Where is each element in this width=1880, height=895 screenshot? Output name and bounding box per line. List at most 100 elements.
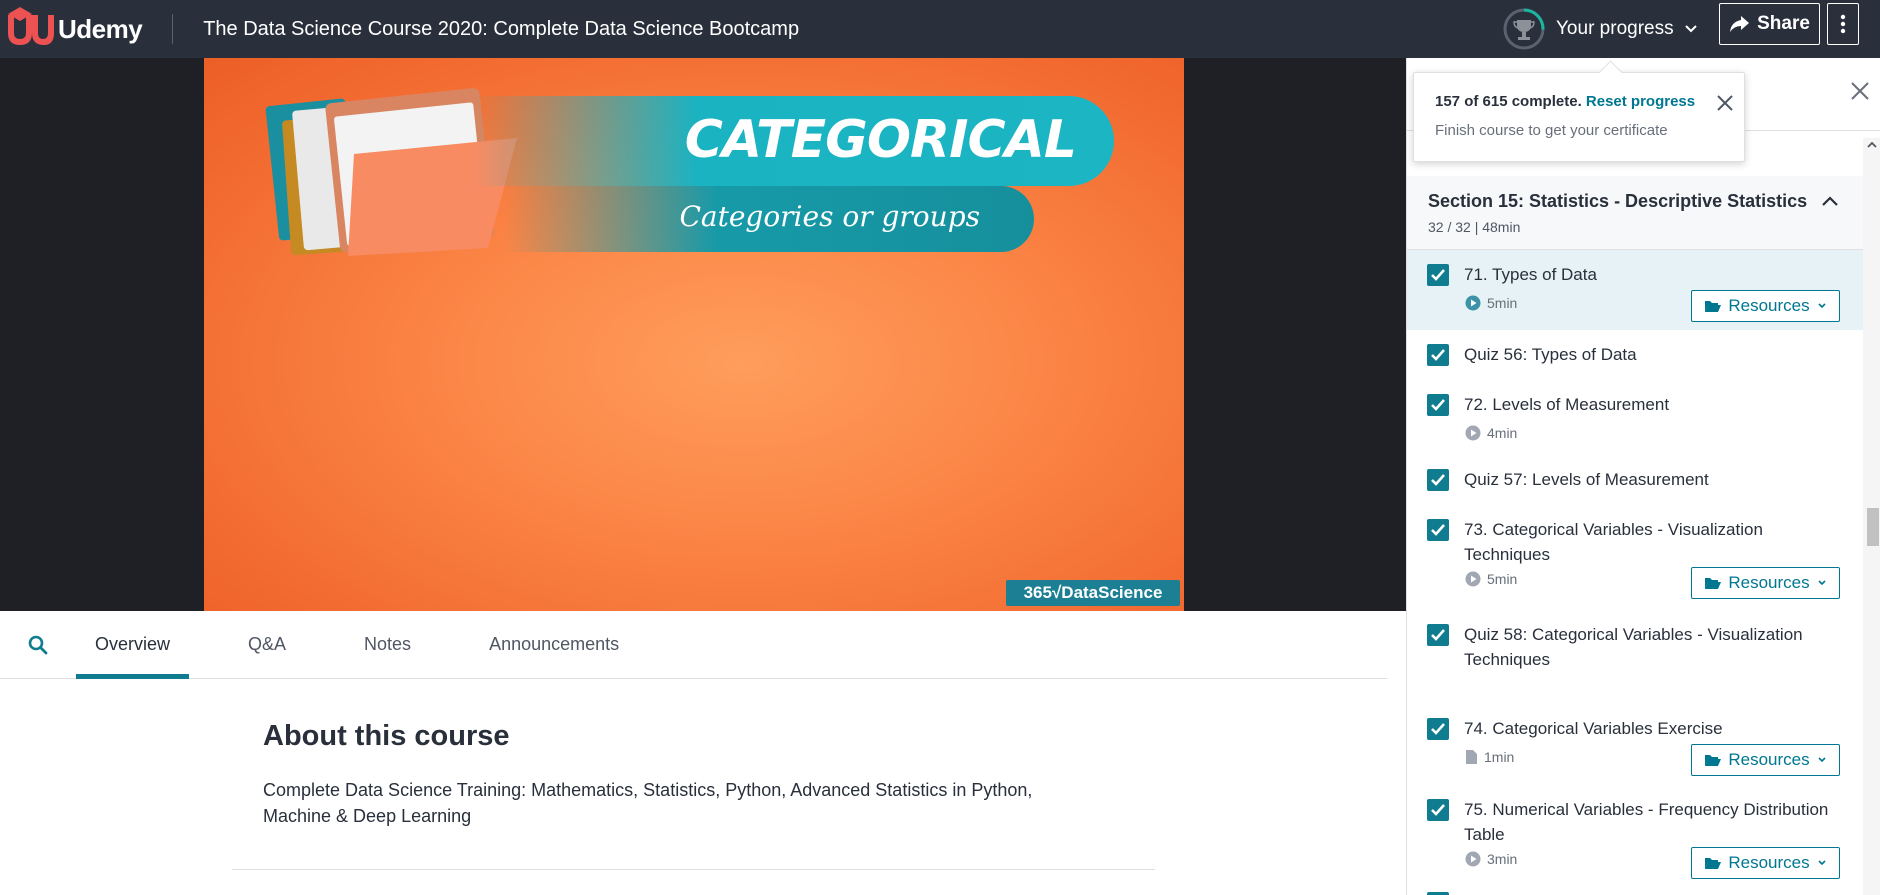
categorical-banner: CATEGORICAL <box>474 96 1114 186</box>
chevron-down-icon <box>1818 580 1826 586</box>
share-button[interactable]: Share <box>1719 3 1820 45</box>
checkmark-icon <box>1431 629 1445 641</box>
completed-checkbox[interactable] <box>1427 624 1449 646</box>
folder-open-icon <box>1705 578 1722 589</box>
completed-checkbox[interactable] <box>1427 264 1449 286</box>
play-circle-icon <box>1465 851 1481 867</box>
completed-checkbox[interactable] <box>1427 519 1449 541</box>
chevron-down-icon <box>1818 860 1826 866</box>
datascience-watermark: 365√DataScience <box>1006 580 1180 606</box>
lecture-item[interactable]: 75. Numerical Variables - Frequency Dist… <box>1407 785 1863 879</box>
play-circle-icon <box>1465 571 1481 587</box>
duration-text: 4min <box>1487 425 1518 441</box>
resources-label: Resources <box>1728 296 1810 315</box>
tab-qa[interactable]: Q&A <box>229 611 305 679</box>
udemy-logo-icon <box>8 7 54 45</box>
header-divider <box>172 14 174 44</box>
close-popup-icon[interactable] <box>1716 94 1734 112</box>
your-progress-button[interactable]: Your progress <box>1502 2 1698 56</box>
content-divider <box>232 869 1155 870</box>
lecture-item[interactable]: 72. Levels of Measurement 4min <box>1407 380 1863 455</box>
top-header: Udemy The Data Science Course 2020: Comp… <box>0 0 1880 58</box>
lecture-duration: 1min <box>1465 749 1514 765</box>
course-title[interactable]: The Data Science Course 2020: Complete D… <box>203 18 799 41</box>
lecture-duration: 5min <box>1465 571 1517 587</box>
resources-button[interactable]: Resources <box>1691 744 1840 776</box>
checkmark-icon <box>1431 399 1445 411</box>
chevron-down-icon <box>1818 303 1826 309</box>
section-header[interactable]: Section 15: Statistics - Descriptive Sta… <box>1407 176 1863 250</box>
tab-notes[interactable]: Notes <box>345 611 430 679</box>
progress-popup: 157 of 615 complete. Reset progress Fini… <box>1413 72 1745 162</box>
folder-open-icon <box>1705 755 1722 766</box>
your-progress-label: Your progress <box>1556 18 1674 39</box>
certificate-text: Finish course to get your certificate <box>1435 122 1668 139</box>
more-options-button[interactable] <box>1827 3 1859 45</box>
lecture-item[interactable]: 74. Categorical Variables Exercise 1min Re… <box>1407 704 1863 785</box>
lecture-duration: 5min <box>1465 295 1517 311</box>
lecture-duration: 3min <box>1465 851 1517 867</box>
course-content-sidebar: Section 15: Statistics - Descriptive Sta… <box>1406 58 1880 895</box>
resources-button[interactable]: Resources <box>1691 847 1840 879</box>
udemy-logo-text: Udemy <box>58 13 143 44</box>
lecture-item[interactable]: Quiz 57: Levels of Measurement <box>1407 455 1863 505</box>
folder-open-icon <box>1705 301 1722 312</box>
file-icon <box>1466 750 1477 764</box>
resources-button[interactable]: Resources <box>1691 567 1840 599</box>
duration-text: 5min <box>1487 295 1518 311</box>
checkmark-icon <box>1431 269 1445 281</box>
tab-overview[interactable]: Overview <box>76 611 190 679</box>
lecture-title: Quiz 59: Numerical Variables - Frequency <box>1464 890 1844 895</box>
lecture-duration: 4min <box>1465 425 1517 441</box>
video-player-area[interactable]: CATEGORICAL Categories or groups 365√Dat… <box>0 58 1406 611</box>
completed-checkbox[interactable] <box>1427 344 1449 366</box>
progress-count: 157 of 615 complete. <box>1435 93 1582 110</box>
resources-label: Resources <box>1728 573 1810 592</box>
duration-text: 3min <box>1487 851 1518 867</box>
banner-title: CATEGORICAL <box>684 110 1077 170</box>
lecture-title: 72. Levels of Measurement <box>1464 395 1670 414</box>
resources-label: Resources <box>1728 853 1810 872</box>
progress-complete-text: 157 of 615 complete. Reset progress <box>1435 93 1695 110</box>
share-label: Share <box>1757 13 1810 34</box>
duration-text: 5min <box>1487 571 1518 587</box>
course-tabs: Overview Q&A Notes Announcements <box>0 611 1387 679</box>
banner-subtitle: Categories or groups <box>679 200 980 233</box>
lecture-item[interactable]: Quiz 59: Numerical Variables - Frequency <box>1407 878 1863 895</box>
resources-button[interactable]: Resources <box>1691 290 1840 322</box>
reset-progress-link[interactable]: Reset progress <box>1586 93 1695 110</box>
video-frame[interactable]: CATEGORICAL Categories or groups 365√Dat… <box>204 58 1184 611</box>
completed-checkbox[interactable] <box>1427 394 1449 416</box>
trophy-progress-icon <box>1503 8 1545 50</box>
lecture-item[interactable]: 73. Categorical Variables - Visualizatio… <box>1407 505 1863 610</box>
lecture-item[interactable]: 71. Types of Data 5min Resources <box>1407 250 1863 330</box>
checkmark-icon <box>1431 524 1445 536</box>
close-sidebar-icon[interactable] <box>1849 80 1871 102</box>
scrollbar-thumb[interactable] <box>1867 508 1879 546</box>
search-tab[interactable] <box>0 611 76 679</box>
resources-label: Resources <box>1728 750 1810 769</box>
about-title: About this course <box>263 720 510 752</box>
lecture-title: Quiz 58: Categorical Variables - Visuali… <box>1464 625 1803 669</box>
lecture-title: Quiz 57: Levels of Measurement <box>1464 470 1709 489</box>
share-arrow-icon <box>1730 16 1750 32</box>
udemy-logo[interactable]: Udemy <box>2 0 143 58</box>
completed-checkbox[interactable] <box>1427 469 1449 491</box>
lecture-title: 74. Categorical Variables Exercise <box>1464 719 1723 738</box>
completed-checkbox[interactable] <box>1427 799 1449 821</box>
scroll-up-arrow-icon[interactable] <box>1866 140 1878 150</box>
completed-checkbox[interactable] <box>1427 718 1449 740</box>
search-icon <box>28 635 48 654</box>
about-description: Complete Data Science Training: Mathemat… <box>263 780 1033 826</box>
play-circle-icon <box>1465 295 1481 311</box>
tab-announcements[interactable]: Announcements <box>470 611 638 679</box>
lecture-title: 71. Types of Data <box>1464 265 1597 284</box>
chevron-down-icon <box>1684 25 1697 33</box>
lecture-title: Quiz 56: Types of Data <box>1464 345 1637 364</box>
folder-open-icon <box>1705 858 1722 869</box>
section-meta: 32 / 32 | 48min <box>1428 219 1521 235</box>
lecture-title: 73. Categorical Variables - Visualizatio… <box>1464 520 1763 564</box>
chevron-up-icon <box>1822 196 1838 206</box>
lecture-item[interactable]: Quiz 56: Types of Data <box>1407 330 1863 380</box>
lecture-item[interactable]: Quiz 58: Categorical Variables - Visuali… <box>1407 610 1863 704</box>
